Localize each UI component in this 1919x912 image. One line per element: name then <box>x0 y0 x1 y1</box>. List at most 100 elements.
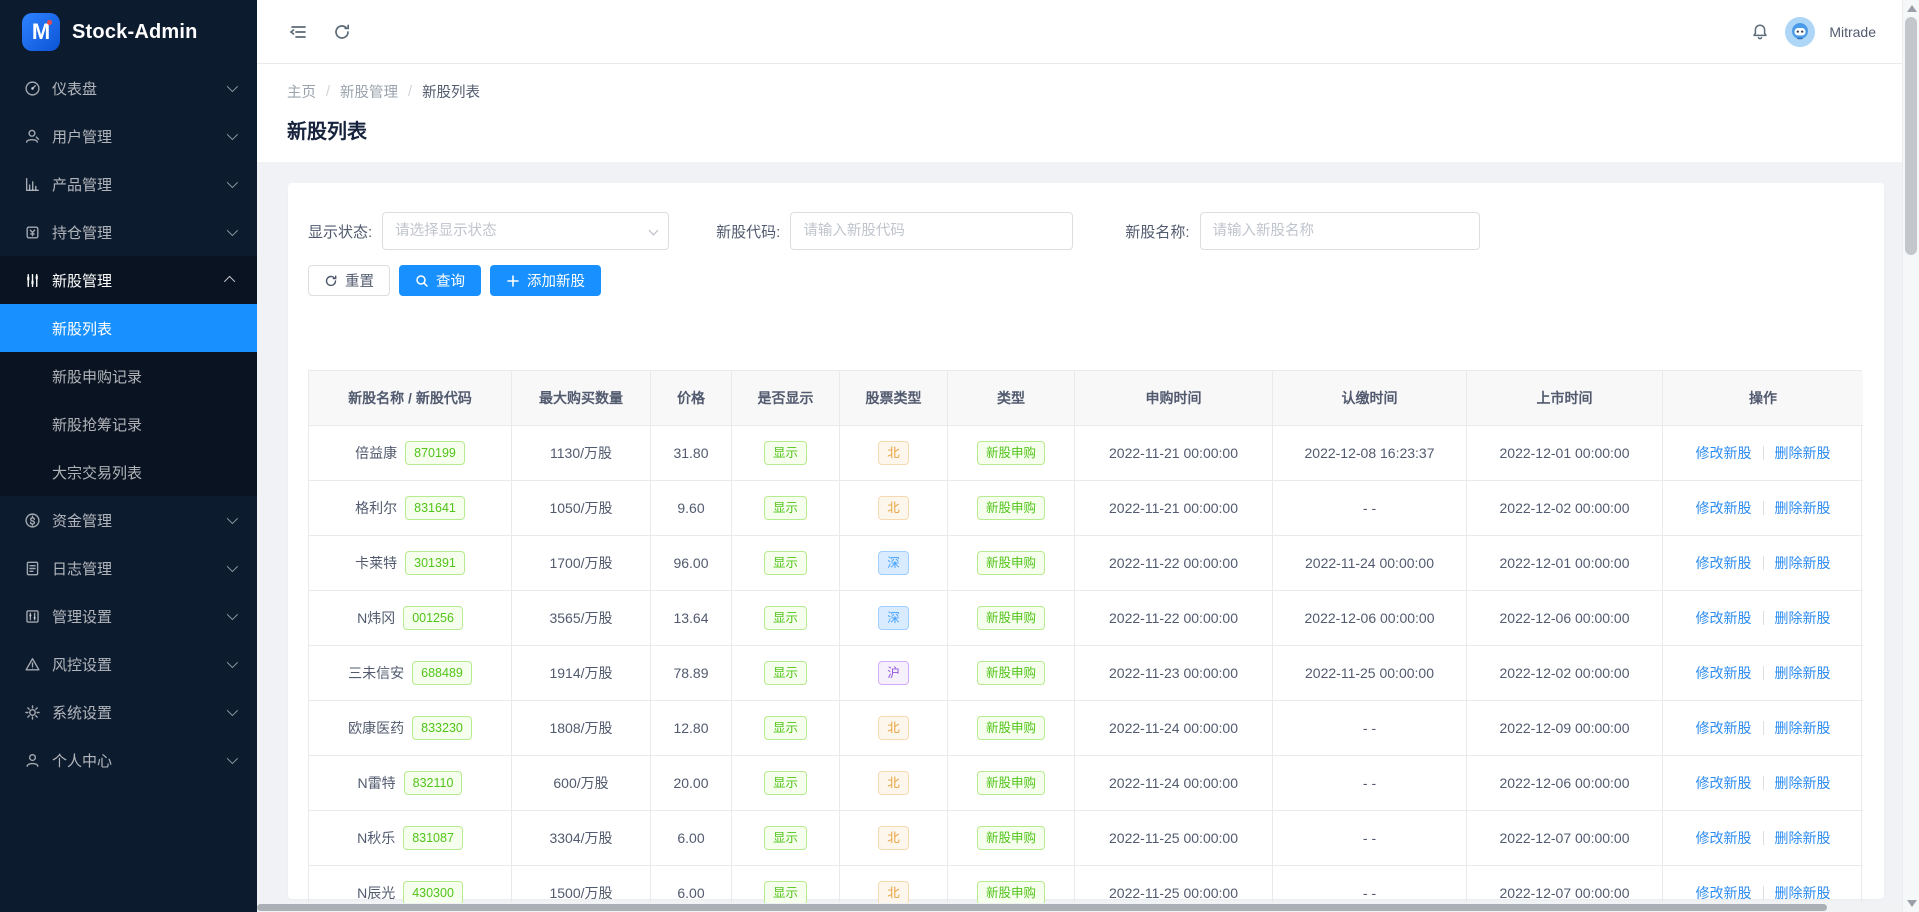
edit-stock-link[interactable]: 修改新股 <box>1696 608 1752 628</box>
edit-stock-link[interactable]: 修改新股 <box>1696 498 1752 518</box>
table-header-row: 新股名称 / 新股代码 最大购买数量 价格 是否显示 股票类型 类型 申购时间 认缴时间 上市时… <box>309 371 1863 426</box>
cell-pay-time: 2022-11-24 00:00:00 <box>1273 536 1467 591</box>
action-divider <box>1762 501 1764 515</box>
stock-code-input[interactable] <box>790 212 1074 250</box>
delete-stock-link[interactable]: 删除新股 <box>1775 608 1831 628</box>
column-header: 申购时间 <box>1075 371 1273 426</box>
action-divider <box>1762 831 1764 845</box>
sidebar-subitem-新股列表[interactable]: 新股列表 <box>0 304 257 352</box>
sidebar-item-系统设置[interactable]: 系统设置 <box>0 688 257 736</box>
cell-price: 78.89 <box>651 646 732 701</box>
delete-stock-link[interactable]: 删除新股 <box>1775 883 1831 903</box>
sidebar-subitem-大宗交易列表[interactable]: 大宗交易列表 <box>0 448 257 496</box>
reset-button[interactable]: 重置 <box>308 265 390 296</box>
market-badge: 北 <box>878 440 909 466</box>
cell-apply-time: 2022-11-24 00:00:00 <box>1075 756 1273 811</box>
delete-stock-link[interactable]: 删除新股 <box>1775 828 1831 848</box>
search-button[interactable]: 查询 <box>399 265 481 296</box>
table-row: 三未信安 688489 1914/万股 78.89 显示 沪 新股申购 2022-11-23 … <box>309 646 1863 701</box>
breadcrumb-home[interactable]: 主页 <box>287 81 316 102</box>
cell-visible: 显示 <box>732 591 840 646</box>
scroll-up-arrow-icon[interactable] <box>1907 5 1917 12</box>
cell-price: 12.80 <box>651 701 732 756</box>
table-row: N炜冈 001256 3565/万股 13.64 显示 深 新股申购 2022-11-22 0… <box>309 591 1863 646</box>
vertical-scrollbar[interactable] <box>1902 0 1919 912</box>
cell-price: 31.80 <box>651 426 732 481</box>
cell-type: 新股申购 <box>948 646 1075 701</box>
cell-pay-time: 2022-12-06 00:00:00 <box>1273 591 1467 646</box>
table-row: N雷特 832110 600/万股 20.00 显示 北 新股申购 2022-11-24 00… <box>309 756 1863 811</box>
cell-type: 新股申购 <box>948 811 1075 866</box>
display-status-select[interactable] <box>382 212 670 250</box>
sidebar-item-label: 管理设置 <box>52 608 113 626</box>
edit-stock-link[interactable]: 修改新股 <box>1696 773 1752 793</box>
stock-name-input[interactable] <box>1199 212 1480 250</box>
breadcrumb-section[interactable]: 新股管理 <box>340 81 398 102</box>
sidebar-item-个人中心[interactable]: 个人中心 <box>0 736 257 784</box>
cell-apply-time: 2022-11-25 00:00:00 <box>1075 811 1273 866</box>
sidebar-item-日志管理[interactable]: 日志管理 <box>0 544 257 592</box>
cell-actions: 修改新股 删除新股 <box>1663 646 1863 701</box>
delete-stock-link[interactable]: 删除新股 <box>1775 663 1831 683</box>
add-stock-button[interactable]: 添加新股 <box>490 265 601 296</box>
stock-code-badge: 831087 <box>403 825 463 851</box>
sidebar-subitem-新股申购记录[interactable]: 新股申购记录 <box>0 352 257 400</box>
market-badge: 北 <box>878 770 909 796</box>
sidebar-item-资金管理[interactable]: 资金管理 <box>0 496 257 544</box>
sidebar-item-用户管理[interactable]: 用户管理 <box>0 112 257 160</box>
scroll-down-arrow-icon[interactable] <box>1907 900 1917 907</box>
sidebar-item-管理设置[interactable]: 管理设置 <box>0 592 257 640</box>
sidebar-item-产品管理[interactable]: 产品管理 <box>0 160 257 208</box>
market-badge: 深 <box>878 550 909 576</box>
edit-stock-link[interactable]: 修改新股 <box>1696 553 1752 573</box>
stock-code-badge: 301391 <box>405 550 465 576</box>
horizontal-scrollbar[interactable] <box>257 903 1902 912</box>
edit-stock-link[interactable]: 修改新股 <box>1696 718 1752 738</box>
cell-price: 20.00 <box>651 756 732 811</box>
cell-market: 北 <box>840 426 948 481</box>
sidebar-subitem-新股抢筹记录[interactable]: 新股抢筹记录 <box>0 400 257 448</box>
delete-stock-link[interactable]: 删除新股 <box>1775 718 1831 738</box>
breadcrumb: 主页 / 新股管理 / 新股列表 <box>287 81 1902 102</box>
cell-actions: 修改新股 删除新股 <box>1663 481 1863 536</box>
cell-list-time: 2022-12-09 00:00:00 <box>1467 701 1663 756</box>
products-icon <box>24 176 41 193</box>
sidebar-item-风控设置[interactable]: 风控设置 <box>0 640 257 688</box>
horizontal-scrollbar-thumb[interactable] <box>257 904 1827 911</box>
topbar: Mitrade <box>257 0 1902 64</box>
column-header: 上市时间 <box>1467 371 1663 426</box>
risk-icon <box>24 656 41 673</box>
chevron-down-icon <box>226 752 239 765</box>
sidebar-item-label: 新股管理 <box>52 272 113 290</box>
delete-stock-link[interactable]: 删除新股 <box>1775 443 1831 463</box>
edit-stock-link[interactable]: 修改新股 <box>1696 443 1752 463</box>
cell-market: 深 <box>840 536 948 591</box>
cell-max-buy: 1700/万股 <box>512 536 651 591</box>
table-row: 卡莱特 301391 1700/万股 96.00 显示 深 新股申购 2022-11-22 0… <box>309 536 1863 591</box>
refresh-icon[interactable] <box>331 21 353 43</box>
avatar[interactable] <box>1785 16 1816 47</box>
app-logo: M Stock-Admin <box>0 0 257 64</box>
sidebar-item-新股管理[interactable]: 新股管理 <box>0 256 257 304</box>
sidebar-group-新股管理: 新股管理新股列表 新股申购记录 新股抢筹记录 大宗交易列表 <box>0 256 257 496</box>
delete-stock-link[interactable]: 删除新股 <box>1775 773 1831 793</box>
cell-max-buy: 1130/万股 <box>512 426 651 481</box>
username[interactable]: Mitrade <box>1829 24 1876 40</box>
cell-list-time: 2022-12-02 00:00:00 <box>1467 481 1663 536</box>
visible-badge: 显示 <box>763 825 807 851</box>
page-header: 主页 / 新股管理 / 新股列表 新股列表 <box>257 64 1902 162</box>
collapse-sidebar-icon[interactable] <box>287 21 309 43</box>
bell-icon[interactable] <box>1749 21 1771 43</box>
edit-stock-link[interactable]: 修改新股 <box>1696 828 1752 848</box>
sidebar-item-持仓管理[interactable]: 持仓管理 <box>0 208 257 256</box>
delete-stock-link[interactable]: 删除新股 <box>1775 553 1831 573</box>
vertical-scrollbar-thumb[interactable] <box>1905 17 1917 255</box>
delete-stock-link[interactable]: 删除新股 <box>1775 498 1831 518</box>
visible-badge: 显示 <box>763 880 807 906</box>
edit-stock-link[interactable]: 修改新股 <box>1696 663 1752 683</box>
cell-name-code: 格利尔 831641 <box>309 481 512 536</box>
cell-visible: 显示 <box>732 646 840 701</box>
chevron-down-icon <box>226 512 239 525</box>
edit-stock-link[interactable]: 修改新股 <box>1696 883 1752 903</box>
sidebar-item-仪表盘[interactable]: 仪表盘 <box>0 64 257 112</box>
